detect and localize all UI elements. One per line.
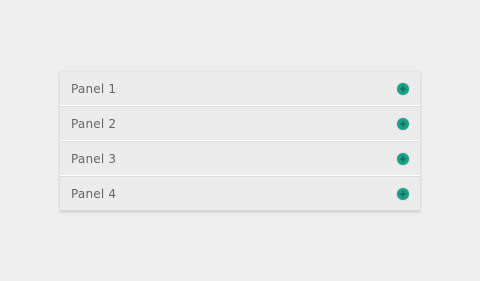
accordion: Panel 1 Panel 2 Panel 3 Panel 4 xyxy=(60,71,420,211)
panel-label: Panel 3 xyxy=(71,151,117,166)
plus-circle-icon[interactable] xyxy=(397,152,409,165)
accordion-panel-3[interactable]: Panel 3 xyxy=(60,141,420,176)
accordion-panel-2[interactable]: Panel 2 xyxy=(60,106,420,141)
accordion-panel-1[interactable]: Panel 1 xyxy=(60,71,420,106)
plus-circle-icon[interactable] xyxy=(397,117,409,130)
panel-label: Panel 1 xyxy=(71,81,117,96)
plus-circle-icon[interactable] xyxy=(397,187,409,200)
page-background: Panel 1 Panel 2 Panel 3 Panel 4 xyxy=(0,0,480,281)
panel-label: Panel 4 xyxy=(71,186,117,201)
panel-label: Panel 2 xyxy=(71,116,117,131)
plus-circle-icon[interactable] xyxy=(397,82,409,95)
accordion-panel-4[interactable]: Panel 4 xyxy=(60,176,420,211)
